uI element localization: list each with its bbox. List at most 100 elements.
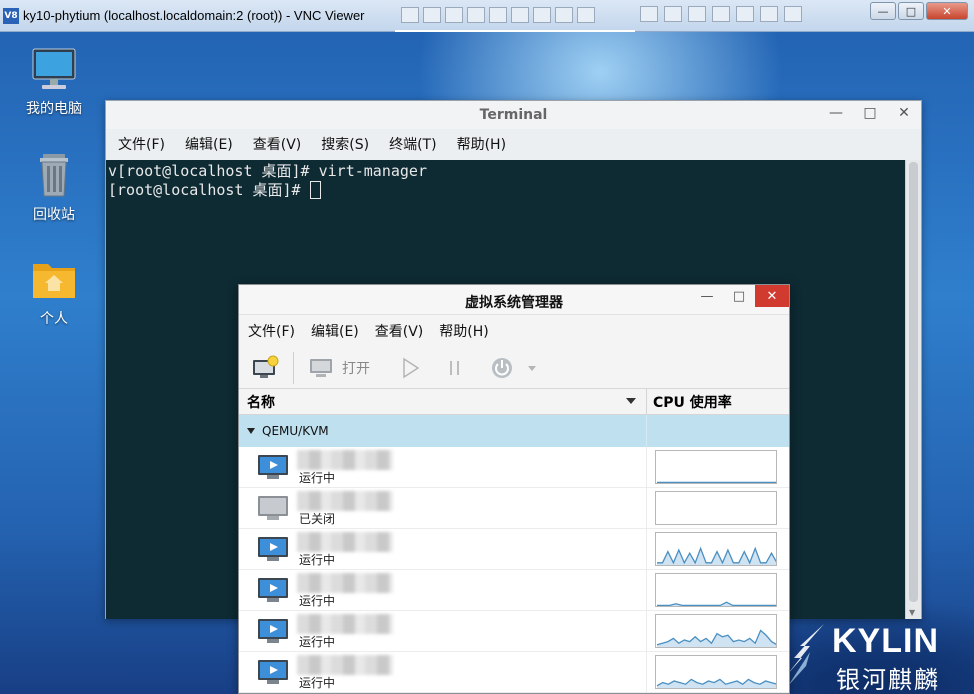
vm-row[interactable]: 运行中 [239,447,789,488]
vm-status: 运行中 [299,635,336,649]
vm-name-cell: 运行中 [239,447,647,487]
cpu-usage-graph [655,655,777,689]
vnc-title-bar: V8 ky10-phytium (localhost.localdomain:2… [0,0,974,32]
desktop-icon-label: 回收站 [33,207,75,223]
sort-arrow-icon [626,398,636,404]
vnc-toolbar-button[interactable] [640,6,658,22]
vnc-toolbar-button[interactable] [511,7,529,23]
virt-manager-maximize-button[interactable]: □ [723,285,755,307]
vm-running-icon [257,617,291,645]
vm-list-header: 名称 CPU 使用率 [239,389,789,415]
vnc-toolbar-button[interactable] [533,7,551,23]
trash-icon [30,152,78,198]
vnc-toolbar-button[interactable] [784,6,802,22]
vm-row[interactable]: 已关闭 [239,488,789,529]
vm-running-icon [257,658,291,686]
terminal-close-button[interactable]: ✕ [887,101,921,125]
virt-manager-title-bar[interactable]: 虚拟系统管理器 — □ ✕ [239,285,789,315]
vnc-toolbar-button[interactable] [489,7,507,23]
terminal-menu-view[interactable]: 查看(V) [253,134,302,154]
open-button-label: 打开 [342,360,370,377]
cpu-usage-graph [655,614,777,648]
vnc-toolbar-button[interactable] [555,7,573,23]
vnc-toolbar-button[interactable] [445,7,463,23]
vnc-toolbar-button[interactable] [712,6,730,22]
vnc-toolbar-button[interactable] [664,6,682,22]
pause-vm-button[interactable] [448,358,462,378]
scroll-down-icon[interactable]: ▼ [909,608,915,617]
cpu-usage-graph [655,573,777,607]
vnc-toolbar-button[interactable] [736,6,754,22]
vm-cpu-cell [647,529,789,569]
vnc-close-button[interactable]: ✕ [926,2,968,20]
connection-name: QEMU/KVM [239,415,647,447]
vnc-toolbar-button[interactable] [688,6,706,22]
kylin-logo: KYLIN 银河麒麟 [786,622,946,694]
power-icon [492,357,512,378]
terminal-scrollbar-thumb[interactable] [909,162,918,602]
vnc-window-controls: — □ ✕ [870,2,968,20]
vm-menu-file[interactable]: 文件(F) [248,321,295,341]
vnc-toolbar-button[interactable] [760,6,778,22]
terminal-menu-edit[interactable]: 编辑(E) [185,134,233,154]
terminal-scrollbar[interactable]: ▼ [905,160,921,619]
vm-menu-edit[interactable]: 编辑(E) [311,321,359,341]
vnc-toolbar-button[interactable] [467,7,485,23]
vm-cpu-cell [647,447,789,487]
terminal-cursor [309,181,321,199]
terminal-title-bar[interactable]: Terminal — □ ✕ [106,101,921,129]
run-vm-button[interactable] [400,357,420,379]
kylin-brand-name: KYLIN [832,622,939,660]
monitor-icon [310,358,332,377]
terminal-menu-file[interactable]: 文件(F) [118,134,165,154]
terminal-title: Terminal [479,107,548,123]
expand-triangle-icon[interactable] [247,428,255,434]
vnc-toolbar-button[interactable] [401,7,419,23]
vnc-logo-icon: V8 [3,7,19,24]
vm-name-cell: 运行中 [239,652,647,692]
vnc-toolbar-button[interactable] [577,7,595,23]
terminal-minimize-button[interactable]: — [819,101,853,125]
new-vm-button[interactable] [251,355,279,381]
vm-status: 运行中 [299,471,336,485]
vnc-maximize-button[interactable]: □ [898,2,924,20]
virt-manager-close-button[interactable]: ✕ [755,285,789,307]
terminal-menu-terminal[interactable]: 终端(T) [389,134,436,154]
home-folder-icon [30,256,78,302]
vm-status: 运行中 [299,676,336,690]
vm-name-redacted [297,655,393,675]
terminal-line: v[root@localhost 桌面]# virt-manager [108,162,427,180]
vm-running-icon [257,535,291,563]
vm-row[interactable]: 运行中 [239,611,789,652]
vm-status: 已关闭 [299,512,336,526]
desktop-icon-trash[interactable]: 回收站 [14,152,94,224]
vm-row[interactable]: 运行中 [239,652,789,693]
terminal-maximize-button[interactable]: □ [853,101,887,125]
connection-group-row[interactable]: QEMU/KVM [239,415,789,447]
virt-manager-minimize-button[interactable]: — [691,285,723,307]
vnc-toolbar-button[interactable] [423,7,441,23]
desktop-icon-computer[interactable]: 我的电脑 [14,46,94,118]
vm-status: 运行中 [299,594,336,608]
virt-manager-toolbar: 打开 [239,347,789,389]
toolbar-separator [293,351,294,384]
play-icon [403,357,420,378]
chevron-down-icon[interactable] [522,362,542,374]
shutdown-vm-button[interactable] [490,356,542,380]
vm-menu-view[interactable]: 查看(V) [375,321,424,341]
cpu-usage-graph [655,491,777,525]
vnc-minimize-button[interactable]: — [870,2,896,20]
terminal-menu-help[interactable]: 帮助(H) [457,134,506,154]
vm-row[interactable]: 运行中 [239,529,789,570]
column-header-name[interactable]: 名称 [239,389,647,414]
vm-row[interactable]: 运行中 [239,570,789,611]
vm-name-redacted [297,532,393,552]
desktop-icon-home[interactable]: 个人 [14,256,94,328]
terminal-menu-search[interactable]: 搜索(S) [321,134,369,154]
vm-menu-help[interactable]: 帮助(H) [439,321,488,341]
vm-running-icon [257,453,291,481]
vm-cpu-cell [647,652,789,692]
column-header-cpu[interactable]: CPU 使用率 [647,389,789,414]
open-vm-button[interactable]: 打开 [308,357,400,379]
terminal-window-controls: — □ ✕ [819,101,921,125]
